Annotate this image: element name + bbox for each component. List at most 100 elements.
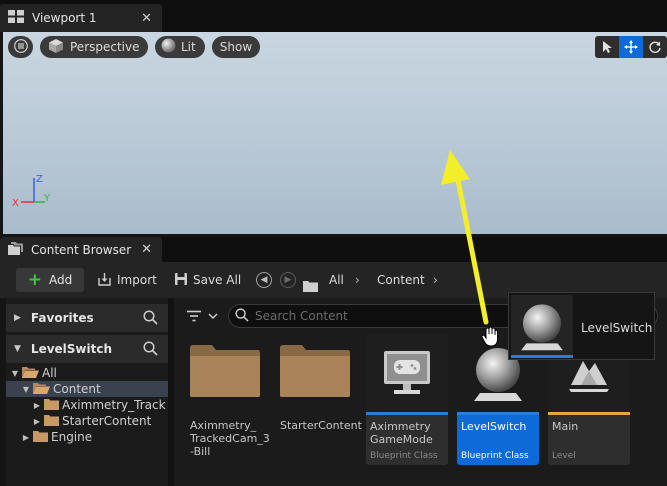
translate-tool-button[interactable]: [619, 36, 643, 58]
add-label: Add: [49, 273, 73, 287]
transform-tools: [595, 36, 667, 58]
viewport-menu-button[interactable]: [8, 36, 33, 58]
axis-x-label: X: [12, 198, 19, 209]
perspective-button[interactable]: Perspective: [40, 36, 148, 58]
import-label: Import: [117, 273, 157, 287]
folder-icon: [280, 345, 350, 397]
expand-down-icon[interactable]: ▼: [10, 369, 20, 378]
folder-name: Aximmetry_ TrackedCam_3 -Bill: [190, 419, 270, 458]
tab-viewport[interactable]: Viewport 1 ✕: [0, 4, 162, 32]
tree-item[interactable]: ▼ All: [6, 365, 168, 381]
folder-icon: [33, 430, 48, 445]
plus-icon: +: [27, 269, 42, 290]
rotate-tool-button[interactable]: [643, 36, 667, 58]
tree-item[interactable]: ▶ Engine: [6, 429, 168, 445]
asset-name: Main: [552, 420, 579, 433]
axis-z-label: Z: [36, 174, 43, 185]
favorites-label: Favorites: [30, 311, 94, 325]
favorites-section-header[interactable]: ▶ Favorites: [6, 304, 168, 332]
show-button[interactable]: Show: [212, 36, 260, 58]
chevron-down-icon: [208, 313, 218, 320]
history-forward-button[interactable]: ▶: [280, 272, 296, 288]
import-button[interactable]: Import: [97, 268, 157, 292]
drag-type-stripe: [511, 355, 573, 358]
expand-right-icon[interactable]: ▶: [32, 417, 42, 426]
asset-name: LevelSwitch: [461, 420, 527, 433]
asset-type-stripe: [548, 412, 630, 415]
asset-type-stripe: [457, 412, 539, 415]
project-section-header[interactable]: ▼ LevelSwitch: [6, 335, 168, 363]
show-label: Show: [219, 40, 253, 54]
asset-type-stripe: [366, 412, 448, 415]
save-all-label: Save All: [193, 273, 242, 287]
folder-open-icon: [33, 382, 50, 397]
cursor-arrow-icon: [603, 41, 612, 53]
level-viewport[interactable]: Perspective Lit Show Z Y X: [3, 32, 667, 234]
tree-item-label: All: [42, 366, 57, 380]
tree-item-label: Engine: [51, 430, 93, 444]
search-icon[interactable]: [143, 310, 158, 328]
folder-name: StarterContent: [280, 419, 362, 432]
hamburger-icon: [13, 38, 28, 56]
asset-thumbnail: [366, 334, 448, 412]
arrow-right-icon: ▶: [284, 275, 292, 285]
expand-down-icon: ▼: [14, 344, 21, 354]
close-icon[interactable]: ✕: [141, 11, 152, 26]
expand-down-icon[interactable]: ▼: [21, 385, 31, 394]
viewport-tab-bar: Viewport 1 ✕: [0, 0, 667, 32]
asset-type: Level: [552, 451, 576, 461]
rotate-icon: [649, 41, 661, 53]
viewport-tab-title: Viewport 1: [32, 11, 97, 25]
project-label: LevelSwitch: [30, 342, 113, 356]
close-icon[interactable]: ✕: [141, 242, 152, 257]
tree-item[interactable]: ▶ StarterContent: [6, 413, 168, 429]
drag-thumbnail: [511, 295, 573, 357]
tree-item[interactable]: ▼ Content: [6, 381, 168, 397]
filter-button[interactable]: [186, 308, 220, 324]
tab-content-browser[interactable]: Content Browser ✕: [0, 237, 162, 262]
cube-icon: [48, 38, 64, 57]
folder-icon[interactable]: [303, 274, 318, 298]
folder-icon: [44, 398, 59, 413]
breadcrumb-separator[interactable]: ›: [355, 268, 360, 292]
folder-tile[interactable]: StarterContent: [276, 334, 362, 464]
add-button[interactable]: + Add: [16, 268, 84, 292]
tree-item[interactable]: ▶ Aximmetry_Track: [6, 397, 168, 413]
asset-type: Blueprint Class: [370, 451, 438, 461]
content-browser-tab-title: Content Browser: [31, 242, 132, 257]
folder-tile[interactable]: Aximmetry_ TrackedCam_3 -Bill: [186, 334, 270, 464]
lit-label: Lit: [181, 40, 196, 54]
filter-icon: [187, 310, 201, 322]
sphere-pedestal-icon: [521, 304, 563, 351]
breadcrumb-content[interactable]: Content: [377, 268, 425, 292]
asset-tile-gamemode[interactable]: Aximmetry GameMode Blueprint Class: [366, 334, 448, 465]
grab-hand-cursor-icon: [481, 326, 498, 347]
asset-type: Blueprint Class: [461, 451, 529, 461]
folder-icon: [190, 345, 260, 397]
import-icon: [97, 272, 112, 289]
history-back-button[interactable]: ◀: [256, 272, 272, 288]
axis-gizmo-icon: Z Y X: [12, 174, 51, 209]
breadcrumb-separator[interactable]: ›: [433, 268, 438, 292]
breadcrumb-all[interactable]: All: [329, 268, 344, 292]
folder-open-icon: [22, 366, 39, 381]
select-tool-button[interactable]: [595, 36, 619, 58]
expand-right-icon[interactable]: ▶: [21, 433, 31, 442]
folder-icon: [44, 414, 59, 429]
drag-drop-preview: LevelSwitch: [508, 292, 655, 360]
viewport-grid-icon: [8, 10, 24, 26]
move-arrows-icon: [624, 40, 638, 54]
expand-right-icon: ▶: [14, 313, 21, 323]
search-icon: [235, 307, 249, 325]
drag-label: LevelSwitch: [581, 321, 653, 335]
search-icon[interactable]: [143, 341, 158, 359]
save-all-button[interactable]: Save All: [174, 268, 241, 292]
folder-stack-icon: [8, 241, 23, 258]
tree-item-label: Aximmetry_Track: [62, 398, 166, 412]
tree-item-label: Content: [53, 382, 101, 396]
expand-right-icon[interactable]: ▶: [32, 401, 42, 410]
lit-button[interactable]: Lit: [155, 36, 205, 58]
sphere-lit-icon: [161, 38, 176, 56]
perspective-label: Perspective: [70, 40, 140, 54]
tree-item-label: StarterContent: [62, 414, 152, 428]
